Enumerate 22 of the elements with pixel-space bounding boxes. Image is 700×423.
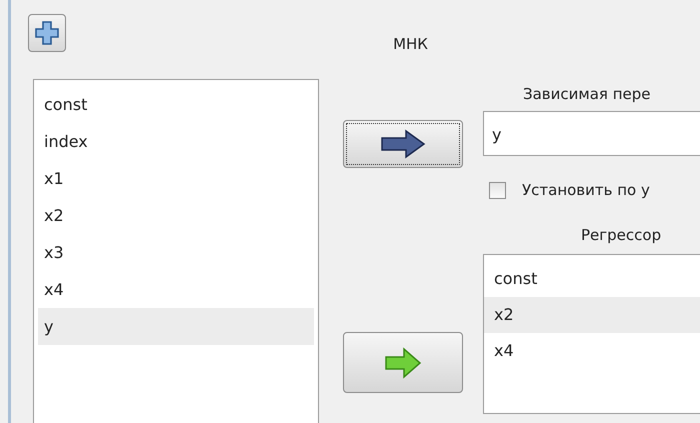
regressors-label: Регрессор bbox=[581, 226, 662, 244]
list-item[interactable]: x4 bbox=[38, 271, 314, 308]
list-item[interactable]: x1 bbox=[38, 160, 314, 197]
list-item[interactable]: const bbox=[484, 261, 700, 297]
dialog-title: МНК bbox=[393, 35, 428, 55]
list-item[interactable]: index bbox=[38, 123, 314, 160]
right-arrow-icon bbox=[383, 346, 423, 380]
plus-icon bbox=[34, 20, 60, 46]
list-item[interactable]: x3 bbox=[38, 234, 314, 271]
right-arrow-icon bbox=[379, 129, 427, 159]
checkbox[interactable] bbox=[489, 182, 506, 198]
list-item[interactable]: x2 bbox=[38, 197, 314, 234]
dependent-variable-label: Зависимая пере bbox=[523, 85, 652, 103]
list-item[interactable]: x2 bbox=[484, 297, 700, 333]
set-dependent-button[interactable] bbox=[343, 120, 463, 168]
list-item[interactable]: const bbox=[38, 86, 314, 123]
checkbox-label: Установить по у bbox=[522, 181, 650, 199]
add-button[interactable] bbox=[28, 14, 66, 52]
add-regressor-button[interactable] bbox=[343, 332, 463, 393]
dependent-variable-field[interactable]: y bbox=[483, 111, 700, 156]
list-item[interactable]: y bbox=[38, 308, 314, 345]
list-item[interactable]: x4 bbox=[484, 333, 700, 369]
